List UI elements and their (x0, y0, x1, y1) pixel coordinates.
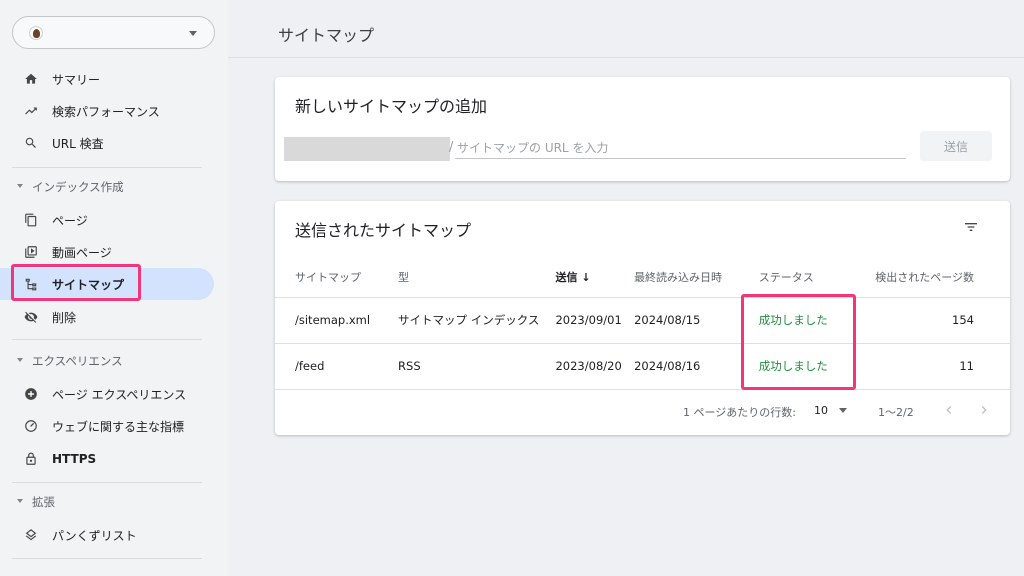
sidebar-item-label: URL 検査 (52, 136, 104, 151)
sidebar-item-label: 削除 (52, 310, 77, 325)
cell-submitted: 2023/09/01 (555, 297, 635, 344)
rows-per-page-select[interactable]: 10 (814, 404, 828, 417)
redacted-site-url (284, 137, 450, 161)
layers-icon (23, 527, 39, 543)
sidebar-item-removals[interactable]: 削除 (0, 301, 214, 333)
filter-icon[interactable] (963, 219, 979, 235)
rows-per-page-caret-icon[interactable] (839, 408, 847, 413)
property-avatar-icon (29, 26, 43, 40)
cell-discovered-pages: 11 (875, 343, 1010, 390)
sitemaps-table: サイトマップ 型 送信 ↓ 最終読み込み日時 ステータス 検出されたページ数 /… (275, 257, 1010, 390)
column-header-sitemap[interactable]: サイトマップ (275, 257, 399, 298)
url-separator: / (449, 140, 454, 155)
cell-type: サイトマップ インデックス (398, 297, 556, 344)
pagination: 1 ページあたりの行数: 10 1〜2/2 (275, 399, 1010, 423)
submit-button[interactable]: 送信 (920, 131, 992, 161)
speed-icon (23, 418, 39, 434)
section-collapse-icon (17, 184, 23, 188)
column-header-status[interactable]: ステータス (758, 257, 876, 298)
column-header-last-read[interactable]: 最終読み込み日時 (634, 257, 759, 298)
trending-up-icon (23, 103, 39, 119)
page-title: サイトマップ (278, 26, 375, 45)
sidebar: サマリー 検索パフォーマンス URL 検査 インデックス作成 ページ 動画ページ… (0, 0, 228, 576)
chevron-right-icon[interactable] (976, 402, 992, 418)
table-header-row: サイトマップ 型 送信 ↓ 最終読み込み日時 ステータス 検出されたページ数 (275, 257, 1010, 298)
column-header-submitted[interactable]: 送信 ↓ (555, 257, 635, 298)
pagination-range: 1〜2/2 (878, 406, 914, 419)
sidebar-item-core-web-vitals[interactable]: ウェブに関する主な指標 (0, 410, 214, 442)
cell-sitemap: /sitemap.xml (275, 297, 399, 344)
sidebar-divider (12, 482, 202, 483)
visibility-off-icon (23, 309, 39, 325)
sidebar-item-label: サマリー (52, 72, 101, 87)
lock-icon (23, 451, 39, 467)
sidebar-item-label: パンくずリスト (52, 528, 137, 543)
sidebar-item-label: 動画ページ (52, 245, 112, 260)
dropdown-caret-icon (189, 31, 197, 36)
video-pages-icon (23, 244, 39, 260)
sidebar-item-label: HTTPS (52, 452, 97, 466)
sidebar-item-label: ウェブに関する主な指標 (52, 419, 185, 434)
sidebar-item-label: ページ (52, 213, 88, 228)
table-row[interactable]: /sitemap.xml サイトマップ インデックス 2023/09/01 20… (275, 297, 1010, 344)
sidebar-item-breadcrumbs[interactable]: パンくずリスト (0, 519, 214, 551)
sidebar-divider (12, 339, 202, 340)
add-sitemap-title: 新しいサイトマップの追加 (295, 97, 488, 116)
sidebar-item-label: 検索パフォーマンス (52, 104, 160, 119)
column-header-discovered-pages[interactable]: 検出されたページ数 (875, 257, 1010, 298)
cell-submitted: 2023/08/20 (555, 343, 635, 390)
home-icon (23, 71, 39, 87)
cell-type: RSS (398, 343, 556, 390)
section-label: エクスペリエンス (32, 354, 123, 368)
pages-icon (23, 212, 39, 228)
sort-arrow-down-icon: ↓ (581, 270, 591, 284)
sidebar-item-label: ページ エクスペリエンス (52, 387, 187, 402)
submitted-sitemaps-card: 送信されたサイトマップ サイトマップ 型 送信 ↓ 最終読み込み日時 ステータス… (275, 201, 1010, 435)
rows-per-page-label: 1 ページあたりの行数: (683, 406, 796, 419)
column-header-type[interactable]: 型 (398, 257, 556, 298)
sidebar-item-summary[interactable]: サマリー (0, 63, 214, 95)
sidebar-item-url-inspection[interactable]: URL 検査 (0, 127, 214, 159)
table-row[interactable]: /feed RSS 2023/08/20 2024/08/16 成功しました 1… (275, 343, 1010, 390)
status-highlight-annotation (741, 294, 856, 390)
sitemap-url-input[interactable] (455, 137, 906, 159)
header-divider (228, 57, 1024, 58)
sidebar-divider (12, 558, 202, 559)
property-selector[interactable] (12, 16, 215, 49)
sidebar-item-https[interactable]: HTTPS (0, 443, 214, 475)
cell-discovered-pages: 154 (875, 297, 1010, 344)
section-collapse-icon (17, 358, 23, 362)
section-label: インデックス作成 (32, 180, 124, 194)
sidebar-divider (12, 167, 202, 168)
cell-sitemap: /feed (275, 343, 399, 390)
column-header-label: 送信 (555, 270, 578, 284)
section-label: 拡張 (32, 495, 55, 509)
sitemap-highlight-annotation (11, 264, 141, 301)
sidebar-item-page-experience[interactable]: ページ エクスペリエンス (0, 378, 214, 410)
sidebar-item-pages[interactable]: ページ (0, 204, 214, 236)
chevron-left-icon[interactable] (941, 402, 957, 418)
section-collapse-icon (17, 499, 23, 503)
page-experience-icon (23, 386, 39, 402)
sidebar-item-performance[interactable]: 検索パフォーマンス (0, 95, 214, 127)
search-icon (23, 135, 39, 151)
submitted-sitemaps-title: 送信されたサイトマップ (295, 221, 472, 240)
add-sitemap-card: 新しいサイトマップの追加 / 送信 (275, 77, 1010, 181)
